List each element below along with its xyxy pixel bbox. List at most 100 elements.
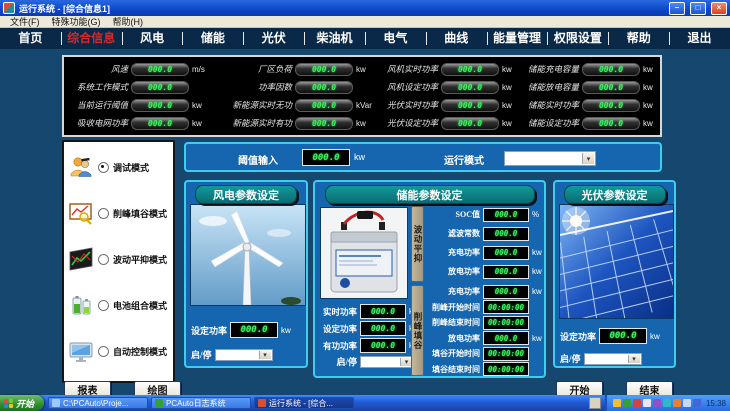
mode-radio-peak-shaving[interactable] (98, 208, 109, 219)
storage-param-value[interactable]: 000.0 (483, 246, 529, 260)
pv-onoff-select[interactable] (584, 353, 642, 365)
overview-unit: m/s (192, 65, 214, 74)
show-desktop-icon[interactable] (589, 397, 601, 409)
wind-onoff-row: 启/停 (191, 348, 273, 361)
storage-param-value[interactable]: 000.0 (483, 285, 529, 299)
minimize-icon[interactable]: – (669, 2, 685, 15)
pv-set-power-value[interactable]: 000.0 (599, 328, 647, 344)
start-menu-button[interactable]: 开始 (0, 395, 44, 411)
taskbar-item-icon (52, 399, 60, 407)
tray-icon[interactable] (683, 399, 691, 407)
tray-icon[interactable] (663, 399, 671, 407)
nav-item[interactable]: 光伏 (243, 28, 304, 49)
nav-item-label: 风电 (140, 31, 164, 45)
storage-param-value[interactable]: 000.0 (483, 208, 529, 222)
wind-set-power-label: 设定功率 (191, 324, 227, 337)
storage-param-value[interactable]: 00:00:00 (483, 316, 529, 330)
nav-item[interactable]: 权限设置 (547, 28, 608, 49)
overview-cell: 风机设定功率 000.0 kw (382, 78, 528, 96)
menu-file[interactable]: 文件(F) (4, 15, 46, 28)
nav-item-label: 综合信息 (67, 31, 115, 45)
overview-unit: kw (643, 65, 653, 74)
tray-icon[interactable] (653, 399, 661, 407)
nav-item[interactable]: 柴油机 (304, 28, 365, 49)
threshold-input[interactable]: 000.0 (302, 149, 350, 166)
storage-param-row: 充电功率 000.0 kw (426, 243, 544, 262)
nav-item[interactable]: 帮助 (608, 28, 669, 49)
taskbar-item[interactable]: PCAuto日志系统 (151, 397, 251, 409)
run-mode-select[interactable] (504, 151, 596, 166)
tray-icon[interactable] (623, 399, 631, 407)
taskbar-item-label: 运行系统 - [综合... (269, 398, 333, 409)
overview-cell: 新能源实时无功 000.0 kVar (218, 96, 382, 114)
nav-item-label: 曲线 (444, 31, 468, 45)
tray-icon[interactable] (613, 399, 621, 407)
storage-param-value[interactable]: 00:00:00 (483, 347, 529, 361)
storage-param-value[interactable]: 000.0 (483, 227, 529, 241)
nav-item-label: 储能 (201, 31, 225, 45)
overview-unit: kw (643, 83, 653, 92)
menu-special[interactable]: 特殊功能(G) (46, 15, 107, 28)
mode-radio-auto-control[interactable] (98, 346, 109, 357)
nav-item[interactable]: 电气 (365, 28, 426, 49)
storage-param-value[interactable]: 000.0 (483, 265, 529, 279)
taskbar-item[interactable]: 运行系统 - [综合... (254, 397, 354, 409)
storage-left-row: 设定功率 000.0 kw (319, 320, 419, 337)
storage-param-label: 充电功率 (426, 286, 480, 297)
storage-left-label: 实时功率 (319, 306, 357, 318)
storage-param-value[interactable]: 000.0 (483, 331, 529, 345)
pv-onoff-label: 启/停 (560, 352, 581, 365)
tray-icon[interactable] (633, 399, 641, 407)
tray-clock: 15:38 (706, 399, 726, 408)
storage-left-label: 设定功率 (319, 323, 357, 335)
mode-item-peak-shaving[interactable]: 削峰填谷模式 (64, 190, 173, 236)
nav-item-label: 电气 (383, 31, 407, 45)
nav-item-label: 权限设置 (554, 31, 602, 45)
storage-param-unit: kw (532, 287, 544, 296)
overview-unit: kw (192, 101, 214, 110)
nav-item[interactable]: 风电 (122, 28, 183, 49)
wind-onoff-select[interactable] (215, 349, 273, 361)
storage-param-row: 放电功率 000.0 kw (426, 262, 544, 281)
overview-label: 储能设定功率 (528, 117, 579, 129)
app-icon (3, 2, 15, 14)
overview-led-value: 000.0 (441, 81, 499, 94)
mode-radio-battery-combo[interactable] (98, 300, 109, 311)
tray-icon[interactable] (643, 399, 651, 407)
mode-item-debug[interactable]: 调试模式 (64, 144, 173, 190)
nav-bar: 首页 综合信息 风电 储能 光伏 柴油机 电气 (0, 28, 730, 49)
nav-item[interactable]: 综合信息 (61, 28, 122, 49)
storage-param-value[interactable]: 00:00:00 (483, 362, 529, 376)
system-tray: 15:38 (605, 395, 730, 411)
users-icon (68, 154, 94, 180)
taskbar-item-label: C:\PCAuto\Proje... (63, 399, 128, 408)
close-icon[interactable]: × (711, 2, 727, 15)
nav-item[interactable]: 退出 (669, 28, 730, 49)
mode-item-battery-combo[interactable]: 电池组合模式 (64, 282, 173, 328)
tray-icon[interactable] (673, 399, 681, 407)
taskbar-item[interactable]: C:\PCAuto\Proje... (48, 397, 148, 409)
mode-radio-debug[interactable] (98, 162, 109, 173)
mode-item-auto-control[interactable]: 自动控制模式 (64, 328, 173, 374)
storage-param-value[interactable]: 00:00:00 (483, 300, 529, 314)
storage-param-unit: kw (532, 334, 544, 343)
storage-onoff-select[interactable] (360, 356, 414, 368)
storage-param-label: 滤波常数 (426, 228, 480, 239)
nav-item[interactable]: 储能 (182, 28, 243, 49)
wind-set-power-value[interactable]: 000.0 (230, 322, 278, 338)
overview-led-value: 000.0 (295, 99, 353, 112)
menu-help[interactable]: 帮助(H) (107, 15, 150, 28)
maximize-icon[interactable]: □ (690, 2, 706, 15)
overview-label: 厂区负荷 (218, 63, 292, 75)
mode-item-smoothing[interactable]: 波动平抑模式 (64, 236, 173, 282)
storage-param-row: 削峰开始时间 00:00:00 (426, 300, 544, 316)
nav-item[interactable]: 曲线 (426, 28, 487, 49)
mode-radio-smoothing[interactable] (98, 254, 109, 265)
overview-unit: kw (502, 83, 524, 92)
nav-item[interactable]: 能量管理 (487, 28, 548, 49)
tray-icon[interactable] (693, 399, 701, 407)
wind-turbine-image (190, 204, 306, 306)
overview-led-value: 000.0 (582, 63, 640, 76)
pv-set-power-label: 设定功率 (560, 330, 596, 343)
nav-item[interactable]: 首页 (0, 28, 61, 49)
